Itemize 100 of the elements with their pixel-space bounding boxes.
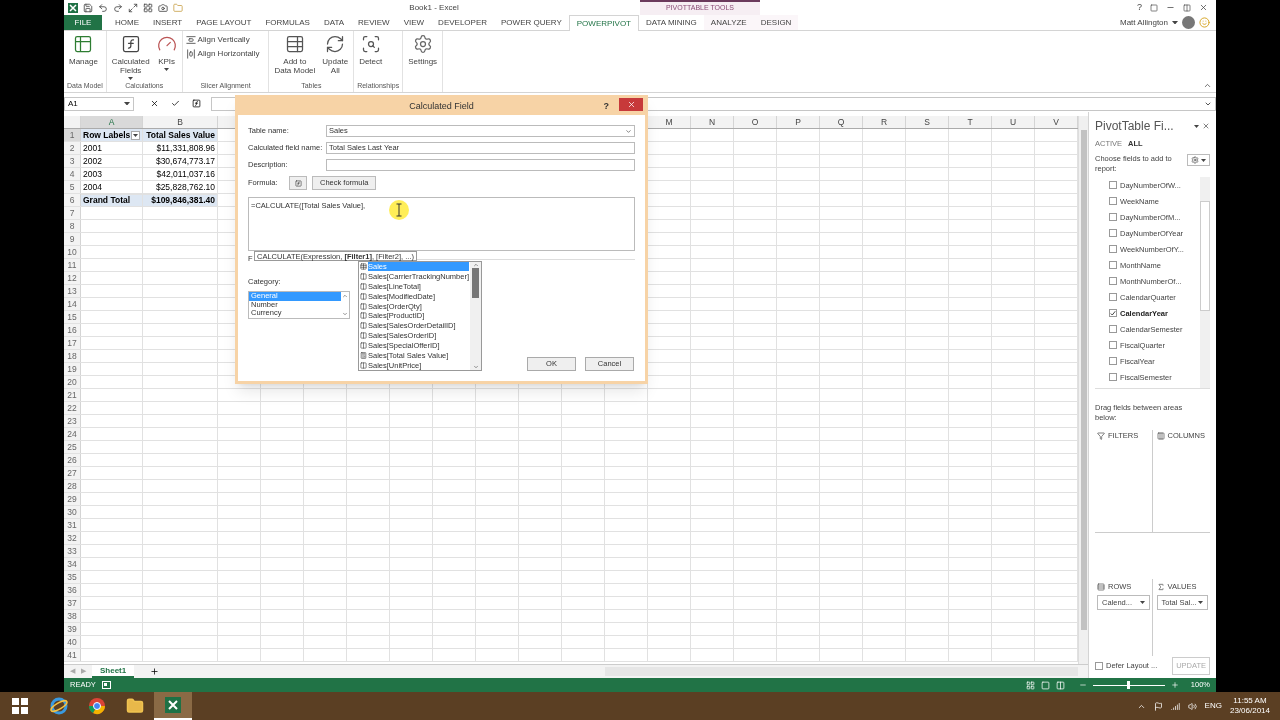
checkbox[interactable] [1109, 341, 1117, 350]
ribbon-button[interactable]: Manage [67, 34, 100, 81]
row-header[interactable]: 14 [64, 298, 81, 310]
add-sheet-icon[interactable] [150, 667, 160, 676]
enter-icon[interactable] [171, 99, 180, 108]
browser-icon[interactable] [50, 697, 68, 715]
row-header[interactable]: 32 [64, 532, 81, 544]
checkbox[interactable] [1095, 662, 1103, 670]
row-header[interactable]: 15 [64, 311, 81, 323]
ribbon-tab[interactable]: REVIEW [351, 15, 397, 30]
flag-icon[interactable] [1153, 701, 1163, 711]
network-icon[interactable] [1170, 701, 1180, 711]
row-header[interactable]: 10 [64, 246, 81, 258]
row-header[interactable]: 16 [64, 324, 81, 336]
column-header[interactable]: S [906, 116, 949, 128]
restore-icon[interactable] [1183, 3, 1191, 12]
row-header[interactable]: 31 [64, 519, 81, 531]
folder-icon[interactable] [126, 697, 144, 715]
row-header[interactable]: 33 [64, 545, 81, 557]
row-header[interactable]: 22 [64, 402, 81, 414]
row-header[interactable]: 7 [64, 207, 81, 219]
checkbox[interactable] [1109, 213, 1117, 222]
language-indicator[interactable]: ENG [1204, 700, 1222, 712]
checkbox[interactable] [1109, 261, 1117, 270]
row-header[interactable]: 9 [64, 233, 81, 245]
checkbox[interactable] [1109, 245, 1117, 254]
column-header[interactable]: O [734, 116, 777, 128]
row-header[interactable]: 3 [64, 155, 81, 167]
ribbon-small-button[interactable]: Align Vertically [185, 34, 260, 46]
row-header[interactable]: 12 [64, 272, 81, 284]
undo-icon[interactable] [98, 2, 108, 13]
row-header[interactable]: 37 [64, 597, 81, 609]
row-header[interactable]: 26 [64, 454, 81, 466]
ribbon-tab[interactable]: INSERT [146, 15, 190, 30]
column-header[interactable]: A [81, 116, 143, 128]
settings-button[interactable] [1187, 154, 1210, 167]
ribbon-button[interactable]: Add to Data Model [272, 34, 318, 81]
redo-icon[interactable] [113, 2, 123, 13]
checkbox[interactable] [1109, 325, 1117, 334]
row-header[interactable]: 17 [64, 337, 81, 349]
row-header[interactable]: 6 [64, 194, 81, 206]
ribbon-button[interactable]: Update All [320, 34, 351, 81]
ribbon-tab[interactable]: POWER QUERY [494, 15, 569, 30]
row-header[interactable]: 38 [64, 610, 81, 622]
name-box[interactable]: A1 [64, 96, 134, 111]
column-header[interactable]: P [777, 116, 820, 128]
volume-icon[interactable] [1187, 701, 1197, 711]
filter-dropdown-button[interactable] [131, 130, 140, 140]
ribbon-tab[interactable]: DEVELOPER [431, 15, 494, 30]
checkbox[interactable] [1109, 229, 1117, 238]
row-header[interactable]: 4 [64, 168, 81, 180]
checkbox[interactable] [1109, 197, 1117, 206]
sheet-tab[interactable]: Sheet1 [92, 665, 135, 678]
row-header[interactable]: 21 [64, 389, 81, 401]
checkbox[interactable] [1109, 277, 1117, 286]
ribbon-button[interactable]: KPIs [154, 34, 179, 81]
row-header[interactable]: 25 [64, 441, 81, 453]
column-header[interactable]: T [949, 116, 992, 128]
row-header[interactable]: 27 [64, 467, 81, 479]
ribbon-tab[interactable]: PAGE LAYOUT [189, 15, 259, 30]
ribbon-small-button[interactable]: Align Horizontally [185, 48, 260, 60]
scroll-up-icon[interactable] [342, 293, 348, 300]
checkbox[interactable] [1109, 181, 1117, 190]
row-header[interactable]: 28 [64, 480, 81, 492]
page-layout-view-icon[interactable] [1040, 680, 1050, 690]
row-header[interactable]: 20 [64, 376, 81, 388]
help-button[interactable]: ? [1137, 0, 1142, 15]
row-header[interactable]: 40 [64, 636, 81, 648]
zoom-slider[interactable] [1092, 680, 1165, 690]
ribbon-button[interactable]: Settings [406, 34, 440, 92]
zoom-slider-thumb[interactable] [1127, 681, 1131, 689]
row-header[interactable]: 35 [64, 571, 81, 583]
row-header[interactable]: 5 [64, 181, 81, 193]
ribbon-tab[interactable]: FILE [64, 15, 102, 30]
scrollbar-thumb[interactable] [472, 268, 479, 298]
taskbar-button[interactable] [154, 692, 192, 720]
column-header[interactable]: U [992, 116, 1035, 128]
cancel-icon[interactable] [150, 99, 159, 108]
column-header[interactable]: N [691, 116, 734, 128]
zoom-in-icon[interactable] [1170, 681, 1179, 689]
column-header[interactable]: Q [820, 116, 863, 128]
checkbox[interactable] [1109, 373, 1117, 382]
row-header[interactable]: 2 [64, 142, 81, 154]
close-icon[interactable] [1199, 3, 1208, 12]
collapse-ribbon-icon[interactable] [1203, 81, 1212, 90]
insert-function-icon[interactable] [192, 99, 201, 108]
close-button[interactable] [619, 98, 643, 111]
vertical-scrollbar[interactable] [1078, 116, 1088, 664]
row-header[interactable]: 13 [64, 285, 81, 297]
spreadsheet-app-icon[interactable] [164, 696, 182, 714]
description-input[interactable] [326, 159, 635, 171]
camera-icon[interactable] [158, 2, 168, 13]
ribbon-tab[interactable]: VIEW [396, 15, 432, 30]
ribbon-tab[interactable]: DATA [316, 15, 352, 30]
chrome-icon[interactable] [88, 697, 106, 715]
row-header[interactable]: 8 [64, 220, 81, 232]
page-break-view-icon[interactable] [1055, 680, 1065, 690]
ribbon-button[interactable]: Calculated Fields [109, 34, 152, 81]
row-header[interactable]: 24 [64, 428, 81, 440]
row-header[interactable]: 39 [64, 623, 81, 635]
